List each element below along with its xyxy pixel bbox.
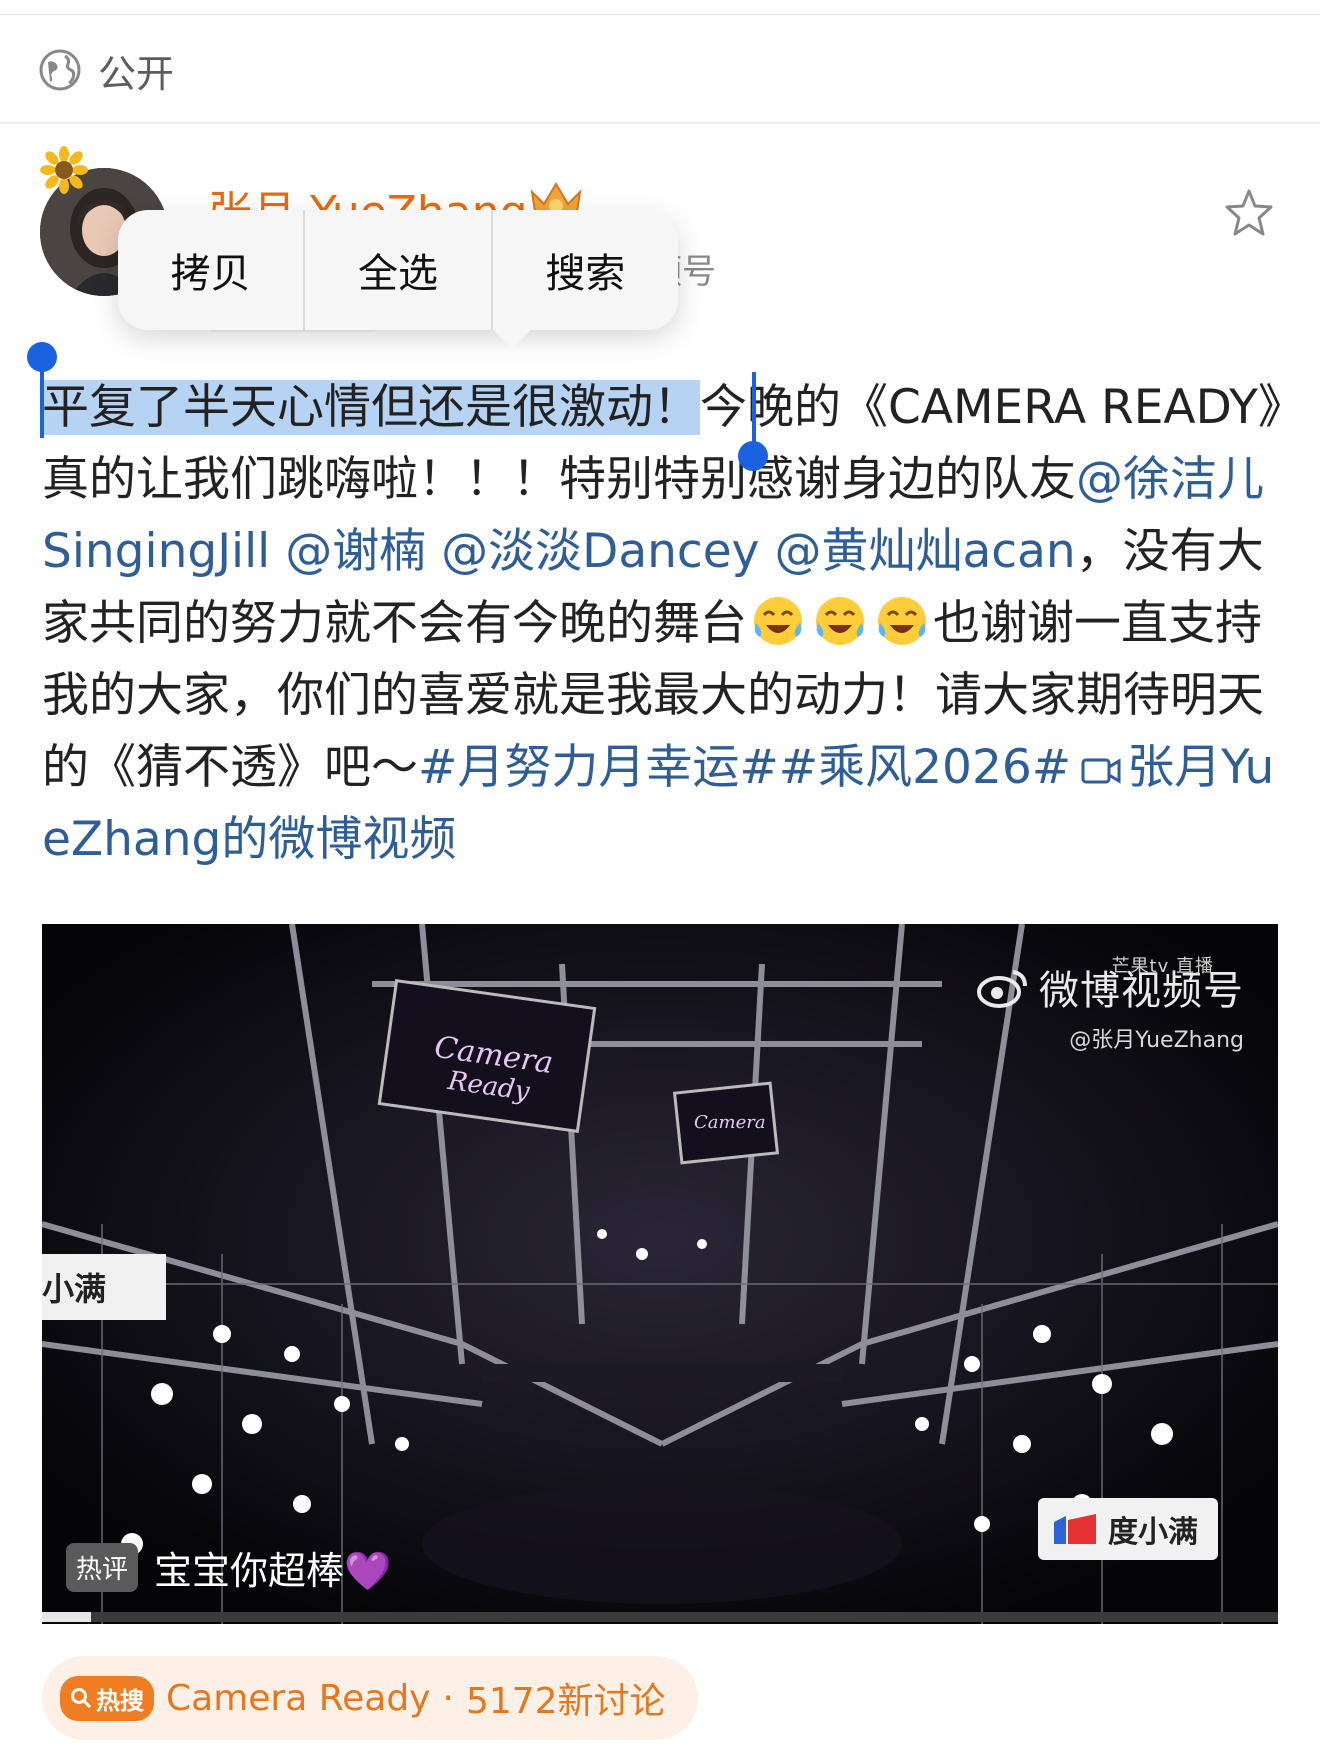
selection-start-knob[interactable]: [27, 342, 57, 372]
hot-search-count: 5172新讨论: [465, 1681, 666, 1722]
top-border: [0, 14, 1320, 15]
sponsor-board-left: 度小满: [42, 1254, 166, 1320]
visibility-label: 公开: [98, 51, 175, 96]
search-icon: [71, 1688, 92, 1709]
hashtag-link[interactable]: #月努力月幸运#: [418, 740, 779, 795]
sponsor-logo-icon: [1054, 1514, 1096, 1544]
crying-laughing-emoji-icon: [878, 597, 926, 645]
favorite-star-icon[interactable]: [1222, 186, 1276, 240]
mention-link[interactable]: @谢楠: [285, 524, 426, 579]
hot-search-badge: 热搜: [60, 1675, 154, 1721]
hot-search-badge-label: 热搜: [96, 1686, 144, 1715]
watermark-small: 芒果tv 直播: [1111, 956, 1214, 977]
visibility-row[interactable]: 公开: [38, 40, 174, 100]
menu-pointer: [492, 328, 532, 350]
crying-laughing-emoji-icon: [816, 597, 864, 645]
mention-link[interactable]: @淡淡Dancey: [441, 524, 759, 579]
selected-text[interactable]: 平复了半天心情但还是很激动！: [42, 380, 700, 435]
svg-text:Camera: Camera: [694, 1112, 766, 1133]
divider: [0, 122, 1320, 124]
hot-comment-tag: 热评: [66, 1543, 139, 1592]
weibo-logo-icon: [977, 970, 1027, 1008]
sunflower-badge-icon: [40, 146, 88, 194]
video-progress-bar[interactable]: [42, 1612, 1278, 1622]
search-button[interactable]: 搜索: [493, 210, 678, 330]
watermark-handle: @张月YueZhang: [1069, 1028, 1244, 1053]
hot-search-separator: ·: [442, 1677, 454, 1719]
hot-comment[interactable]: 热评 宝宝你超棒💜: [66, 1540, 391, 1595]
weibo-video-watermark: 微博视频号 芒果tv 直播 @张月YueZhang: [977, 956, 1244, 1054]
sponsor-text: 度小满: [42, 1270, 107, 1308]
hot-comment-text: 宝宝你超棒💜: [154, 1549, 392, 1593]
sponsor-logo: 度小满: [1038, 1498, 1218, 1560]
text-selection-menu: 拷贝 全选 搜索: [118, 210, 678, 350]
crying-laughing-emoji-icon: [754, 597, 802, 645]
hot-search-title: Camera Ready: [166, 1677, 431, 1719]
video-progress-fill: [42, 1612, 92, 1622]
copy-button[interactable]: 拷贝: [118, 210, 303, 330]
sponsor-text: 度小满: [1108, 1515, 1198, 1550]
hot-search-chip[interactable]: 热搜 Camera Ready · 5172新讨论: [42, 1656, 698, 1740]
mention-link[interactable]: @黄灿灿acan: [774, 524, 1075, 579]
video-link-icon: [1081, 758, 1121, 784]
post-text[interactable]: 平复了半天心情但还是很激动！今晚的《CAMERA READY》真的让我们跳嗨啦！…: [42, 372, 1292, 876]
select-all-button[interactable]: 全选: [305, 210, 490, 330]
hashtag-link[interactable]: #乘风2026#: [779, 740, 1071, 795]
selection-end-knob[interactable]: [738, 441, 768, 471]
globe-icon: [39, 49, 81, 91]
video-player[interactable]: Camera Ready Camera 微博视频号 芒果tv 直播 @张月Yue…: [42, 924, 1278, 1624]
